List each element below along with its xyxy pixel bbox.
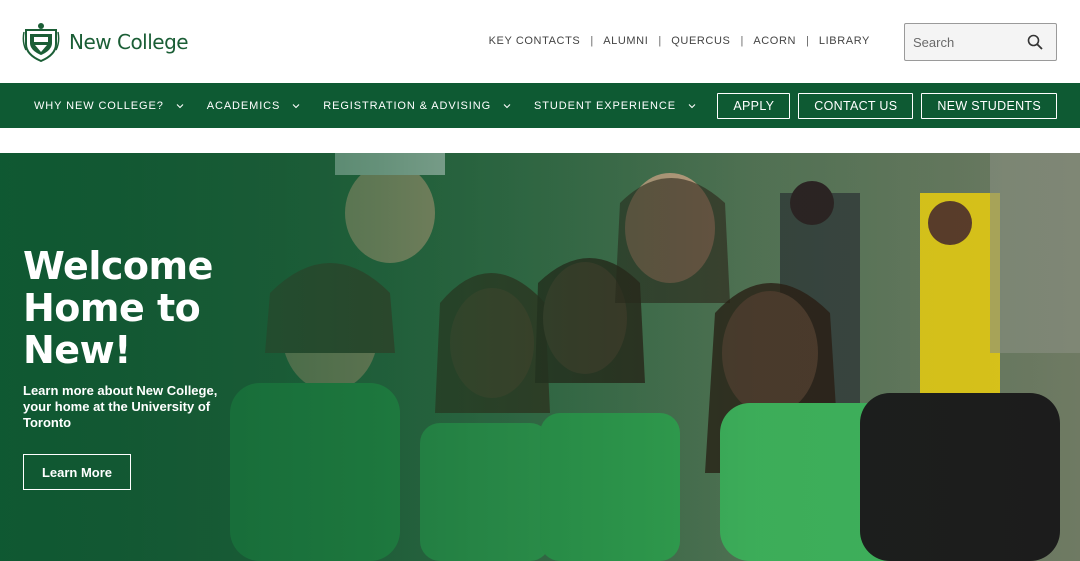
nav-item-why-new-college[interactable]: WHY NEW COLLEGE? (34, 100, 184, 112)
nav-item-label: REGISTRATION & ADVISING (323, 99, 492, 112)
site-logo[interactable]: New College (22, 22, 189, 62)
util-separator: | (740, 35, 744, 47)
search-input[interactable] (905, 24, 1026, 60)
util-link-quercus[interactable]: QUERCUS (671, 35, 730, 47)
learn-more-button[interactable]: Learn More (23, 454, 131, 490)
util-link-alumni[interactable]: ALUMNI (603, 35, 648, 47)
crest-icon (22, 23, 60, 62)
chevron-down-icon (176, 103, 184, 108)
util-separator: | (590, 35, 594, 47)
contact-us-button[interactable]: CONTACT US (798, 93, 914, 119)
hero-content: Welcome Home to New! Learn more about Ne… (23, 245, 263, 431)
chevron-down-icon (688, 103, 696, 108)
site-name: New College (69, 30, 189, 54)
util-link-acorn[interactable]: ACORN (753, 35, 796, 47)
hero-subtitle: Learn more about New College, your home … (23, 383, 218, 430)
spacer (0, 128, 1080, 153)
site-header: New College KEY CONTACTS | ALUMNI | QUER… (0, 0, 1080, 83)
apply-button[interactable]: APPLY (717, 93, 791, 119)
main-nav: WHY NEW COLLEGE? ACADEMICS REGISTRATION … (0, 83, 1080, 128)
nav-item-label: ACADEMICS (206, 99, 281, 112)
util-separator: | (658, 35, 662, 47)
hero-title: Welcome Home to New! (23, 244, 213, 372)
search-icon[interactable] (1026, 33, 1044, 51)
chevron-down-icon (292, 103, 300, 108)
util-separator: | (806, 35, 809, 47)
util-link-library[interactable]: LIBRARY (819, 35, 870, 47)
nav-item-academics[interactable]: ACADEMICS (207, 100, 301, 112)
nav-item-student-experience[interactable]: STUDENT EXPERIENCE (534, 100, 696, 112)
hero-banner: Welcome Home to New! Learn more about Ne… (0, 153, 1080, 561)
nav-item-label: STUDENT EXPERIENCE (534, 99, 676, 112)
nav-item-label: WHY NEW COLLEGE? (34, 99, 164, 112)
search-box (904, 23, 1057, 61)
utility-nav: KEY CONTACTS | ALUMNI | QUERCUS | ACORN … (489, 35, 870, 47)
nav-item-registration-advising[interactable]: REGISTRATION & ADVISING (323, 100, 511, 112)
new-students-button[interactable]: NEW STUDENTS (921, 93, 1057, 119)
chevron-down-icon (503, 103, 511, 108)
util-link-key-contacts[interactable]: KEY CONTACTS (489, 35, 581, 47)
